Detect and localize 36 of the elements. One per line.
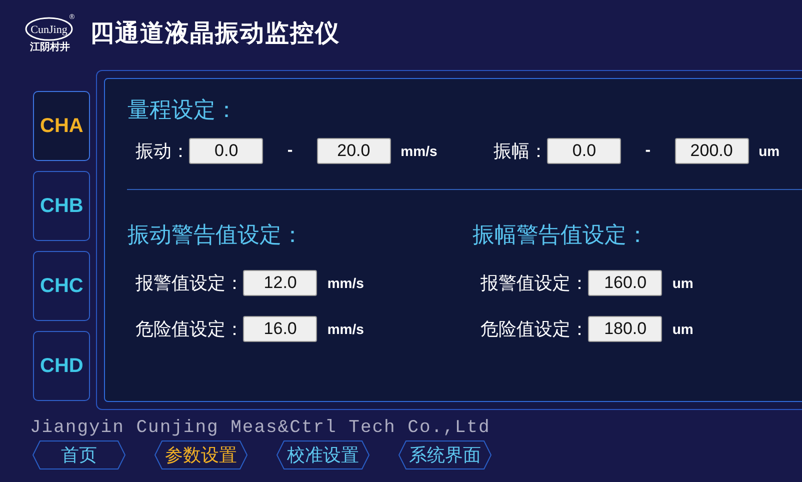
unit-label: um [758,143,780,159]
nav-button[interactable]: 校准设置 [276,440,370,470]
channel-tab[interactable]: CHB [33,171,90,241]
input-field[interactable]: 20.0 [316,138,391,164]
channel-tab[interactable]: CHA [33,91,90,161]
nav-button[interactable]: 首页 [32,440,126,470]
input-field[interactable]: 16.0 [243,316,318,342]
unit-label: um [672,321,694,337]
input-field[interactable]: 0.0 [189,138,264,164]
field-label: 振幅： [493,140,548,163]
input-field[interactable]: 0.0 [547,138,622,164]
app-title: 四通道液晶振动监控仪 [90,19,340,49]
input-field[interactable]: 160.0 [588,270,662,296]
channel-tab[interactable]: CHD [33,331,90,401]
input-field[interactable]: 180.0 [588,316,662,342]
range-separator: - [645,142,651,160]
input-field[interactable]: 12.0 [243,270,318,296]
field-label: 危险值设定： [480,318,588,341]
field-label: 报警值设定： [135,272,244,295]
field-label: 振动： [135,140,190,163]
section-title: 振幅警告值设定： [472,221,650,249]
nav-button[interactable]: 系统界面 [398,440,492,470]
range-separator: - [287,142,293,160]
section-title: 量程设定： [127,96,238,124]
field-label: 危险值设定： [135,318,244,341]
unit-label: mm/s [327,321,364,337]
input-field[interactable]: 200.0 [674,138,749,164]
logo-subtitle: 江阴村井 [30,42,70,54]
field-label: 报警值设定： [480,272,588,295]
nav-button[interactable]: 参数设置 [154,440,248,470]
unit-label: mm/s [327,275,364,291]
channel-tab[interactable]: CHC [33,251,90,321]
unit-label: um [672,275,694,291]
unit-label: mm/s [400,143,438,159]
section-title: 振动警告值设定： [127,221,304,249]
company-name: Jiangyin Cunjing Meas&Ctrl Tech Co.,Ltd [30,418,490,438]
